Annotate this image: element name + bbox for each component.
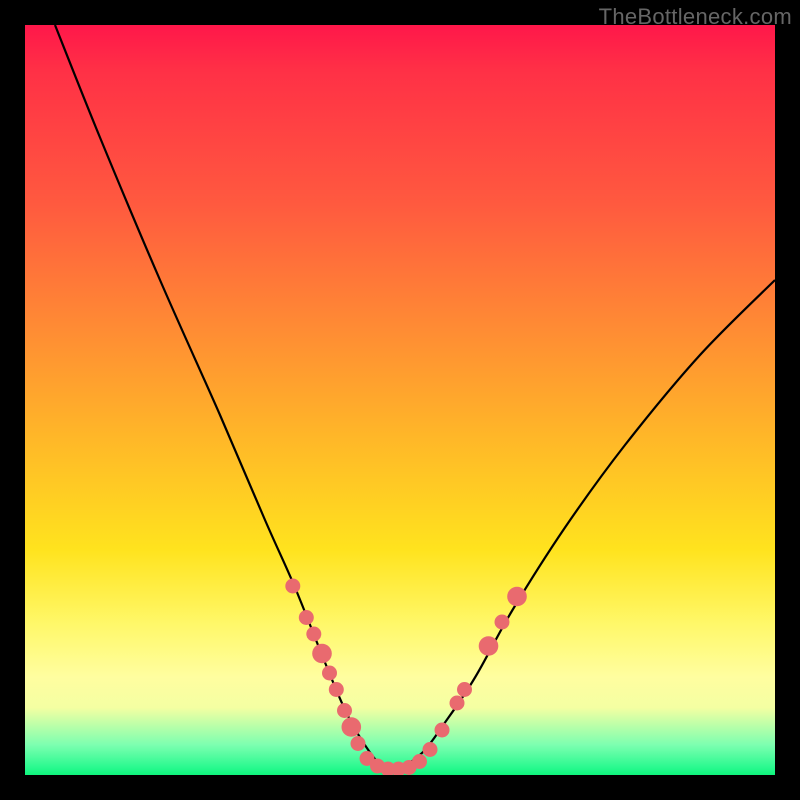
marker-point <box>285 579 300 594</box>
curve-svg <box>25 25 775 775</box>
marker-point <box>435 723 450 738</box>
marker-point <box>329 682 344 697</box>
marker-point <box>423 742 438 757</box>
marker-point <box>457 682 472 697</box>
plot-area <box>25 25 775 775</box>
marker-point <box>412 754 427 769</box>
marker-point <box>507 587 527 607</box>
marker-point <box>312 644 332 664</box>
marker-point <box>337 703 352 718</box>
marker-point <box>351 736 366 751</box>
chart-frame: TheBottleneck.com <box>0 0 800 800</box>
marker-point <box>450 696 465 711</box>
marker-point <box>322 666 337 681</box>
marker-point <box>479 636 499 656</box>
marker-group <box>285 579 527 776</box>
watermark-text: TheBottleneck.com <box>599 4 792 30</box>
marker-point <box>342 717 362 737</box>
marker-point <box>306 627 321 642</box>
marker-point <box>299 610 314 625</box>
bottleneck-curve <box>55 25 775 769</box>
marker-point <box>495 615 510 630</box>
